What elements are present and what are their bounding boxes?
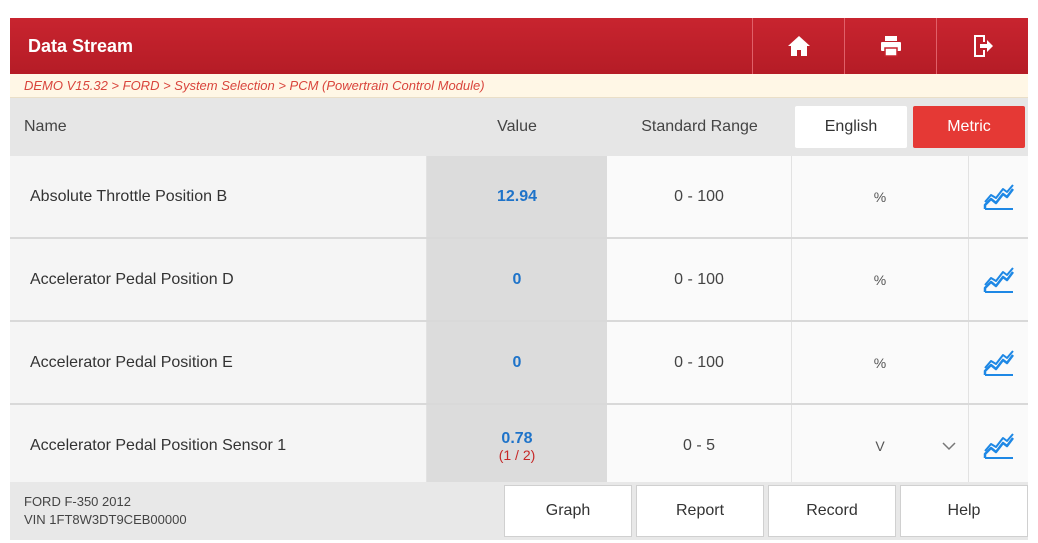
table-row: Absolute Throttle Position B 12.94 0 - 1… <box>10 156 1028 239</box>
value-page-indicator: (1 / 2) <box>498 446 536 463</box>
graph-icon <box>983 349 1014 376</box>
standard-range: 0 - 5 <box>607 405 792 486</box>
value-text: 0 <box>512 353 522 371</box>
help-button[interactable]: Help <box>900 485 1028 537</box>
parameter-name: Accelerator Pedal Position E <box>10 322 427 403</box>
footer-bar: FORD F-350 2012 VIN 1FT8W3DT9CEB00000 Gr… <box>10 482 1028 540</box>
home-button[interactable] <box>752 18 844 74</box>
unit-select[interactable]: V <box>792 405 968 486</box>
standard-range: 0 - 100 <box>607 239 792 320</box>
unit: % <box>792 239 968 320</box>
table-row: Accelerator Pedal Position Sensor 1 0.78… <box>10 405 1028 488</box>
english-unit-button[interactable]: English <box>795 106 907 148</box>
vehicle-vin: VIN 1FT8W3DT9CEB00000 <box>24 512 187 527</box>
table-row: Accelerator Pedal Position D 0 0 - 100 % <box>10 239 1028 322</box>
data-stream-screen: Data Stream DEMO V15.32 > FORD > System … <box>0 0 1038 543</box>
home-icon <box>787 36 810 56</box>
data-stream-list: Absolute Throttle Position B 12.94 0 - 1… <box>10 156 1028 488</box>
printer-icon <box>880 36 901 57</box>
graph-icon <box>983 266 1014 293</box>
title-bar: Data Stream <box>10 18 1028 74</box>
graph-button[interactable] <box>968 239 1028 320</box>
value-text: 0 <box>512 270 522 288</box>
value-text: 0.78 <box>501 429 533 447</box>
graph-icon <box>983 432 1014 459</box>
graph-button[interactable] <box>968 322 1028 403</box>
exit-button[interactable] <box>936 18 1028 74</box>
graph-footer-button[interactable]: Graph <box>504 485 632 537</box>
table-header: Name Value Standard Range English Metric <box>10 98 1028 156</box>
record-button[interactable]: Record <box>768 485 896 537</box>
vehicle-model: FORD F-350 2012 <box>24 494 131 509</box>
standard-range: 0 - 100 <box>607 156 792 237</box>
parameter-value: 0.78 (1 / 2) <box>427 405 607 486</box>
parameter-value: 0 <box>427 239 607 320</box>
table-row: Accelerator Pedal Position E 0 0 - 100 % <box>10 322 1028 405</box>
parameter-name: Absolute Throttle Position B <box>10 156 427 237</box>
unit: % <box>792 322 968 403</box>
chevron-down-icon <box>942 441 956 450</box>
column-header-name: Name <box>24 118 67 135</box>
breadcrumb: DEMO V15.32 > FORD > System Selection > … <box>10 74 1028 98</box>
graph-button[interactable] <box>968 405 1028 486</box>
exit-icon <box>973 35 993 57</box>
metric-unit-button[interactable]: Metric <box>913 106 1025 148</box>
parameter-value: 0 <box>427 322 607 403</box>
report-button[interactable]: Report <box>636 485 764 537</box>
unit: V <box>875 437 885 454</box>
page-title: Data Stream <box>28 35 134 56</box>
standard-range: 0 - 100 <box>607 322 792 403</box>
column-header-standard-range: Standard Range <box>641 118 758 135</box>
parameter-name: Accelerator Pedal Position D <box>10 239 427 320</box>
unit: % <box>792 156 968 237</box>
print-button[interactable] <box>844 18 936 74</box>
column-header-value: Value <box>497 118 537 135</box>
parameter-value: 12.94 <box>427 156 607 237</box>
parameter-name: Accelerator Pedal Position Sensor 1 <box>10 405 427 486</box>
unit-toggle: English Metric <box>792 98 1028 156</box>
vehicle-info: FORD F-350 2012 VIN 1FT8W3DT9CEB00000 <box>10 493 500 529</box>
value-text: 12.94 <box>496 187 538 205</box>
graph-icon <box>983 183 1014 210</box>
graph-button[interactable] <box>968 156 1028 237</box>
